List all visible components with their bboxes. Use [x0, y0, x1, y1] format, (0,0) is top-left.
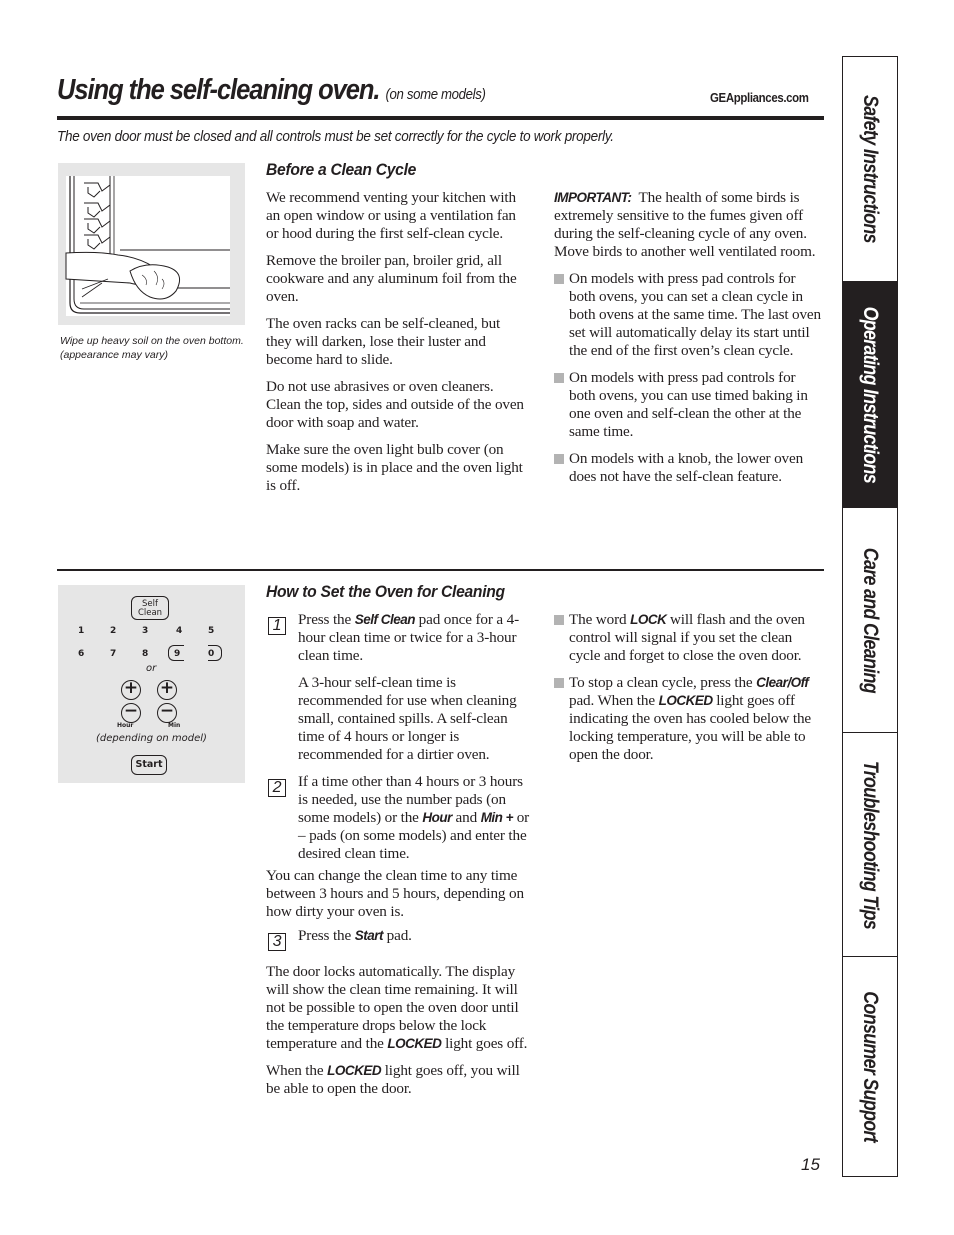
- tab-consumer-support[interactable]: Consumer Support: [843, 957, 897, 1176]
- locked-term: LOCKED: [327, 1063, 382, 1078]
- or-label: or: [146, 663, 157, 674]
- bullet-item: On models with press pad controls for bo…: [554, 369, 824, 441]
- how-to-column-2: The word LOCK will flash and the oven co…: [554, 611, 826, 773]
- digit-pad: 2: [110, 626, 117, 636]
- page-title: Using the self-cleaning oven. (on some m…: [57, 74, 486, 107]
- text: light goes off.: [445, 1035, 528, 1052]
- paragraph-venting: We recommend venting your kitchen with a…: [266, 189, 516, 242]
- digit-pad: 6: [78, 649, 85, 659]
- important-note: IMPORTANT: The health of some birds is e…: [554, 189, 824, 261]
- tab-label: Consumer Support: [859, 991, 882, 1142]
- when-locked-off-paragraph: When the LOCKED light goes off, you will…: [266, 1062, 536, 1098]
- hand-wiping-oven-drawing: [65, 176, 230, 316]
- start-pad: Start: [131, 755, 167, 775]
- digit-pad: 4: [176, 626, 183, 636]
- tab-label: Care and Cleaning: [859, 547, 882, 693]
- min-plus-term: Min +: [480, 810, 514, 825]
- hour-term: Hour: [422, 810, 452, 825]
- start-term: Start: [354, 928, 384, 943]
- step-number-badge: 1: [268, 617, 286, 635]
- section-heading-before-clean: Before a Clean Cycle: [266, 160, 417, 179]
- digit-pad: 1: [78, 626, 85, 636]
- tab-label: Operating Instructions: [859, 306, 882, 483]
- text: pad. When the: [569, 692, 655, 709]
- bullet-item-stop-cycle: To stop a clean cycle, press the Clear/O…: [554, 674, 826, 764]
- digit-pad: 3: [142, 626, 149, 636]
- oven-bottom-illustration: [58, 163, 245, 325]
- text: To stop a clean cycle, press the: [569, 674, 753, 691]
- locked-term: LOCKED: [387, 1036, 442, 1051]
- bullet-item-lock-flash: The word LOCK will flash and the oven co…: [554, 611, 826, 665]
- text: The word: [569, 611, 627, 628]
- clear-off-term: Clear/Off: [756, 675, 809, 690]
- lock-term: LOCK: [630, 612, 667, 627]
- step-number-badge: 3: [268, 933, 286, 951]
- digit-pad: 8: [142, 649, 149, 659]
- tab-operating-instructions[interactable]: Operating Instructions: [843, 282, 897, 508]
- section-divider: [57, 569, 824, 571]
- paragraph-no-abrasives: Do not use abrasives or oven cleaners. C…: [266, 378, 524, 431]
- depending-on-model-note: (depending on model): [96, 733, 207, 744]
- hour-plus-pad: +: [121, 680, 141, 700]
- locked-term: LOCKED: [658, 693, 714, 708]
- door-locks-paragraph: The door locks automatically. The displa…: [266, 963, 536, 1053]
- digit-pad: 9: [174, 649, 181, 659]
- min-minus-pad: −: [157, 703, 177, 723]
- step-2-text: If a time other than 4 hours or 3 hours …: [298, 773, 536, 863]
- text: and: [455, 809, 478, 826]
- tab-care-and-cleaning[interactable]: Care and Cleaning: [843, 508, 897, 733]
- tab-label: Safety Instructions: [859, 95, 882, 243]
- step-3-text: Press the Start pad.: [298, 927, 536, 945]
- tab-troubleshooting-tips[interactable]: Troubleshooting Tips: [843, 733, 897, 957]
- section-tabs: Safety Instructions Operating Instructio…: [842, 56, 898, 1177]
- self-clean-pad-label-2: Clean: [137, 608, 163, 618]
- bullet-item: On models with press pad controls for bo…: [554, 270, 824, 360]
- paragraph-light-cover: Make sure the oven light bulb cover (on …: [266, 441, 523, 494]
- paragraph-racks: The oven racks can be self-cleaned, but …: [266, 315, 501, 368]
- website-link[interactable]: GEAppliances.com: [710, 90, 809, 105]
- text: pad.: [386, 927, 412, 944]
- figure-caption: Wipe up heavy soil on the oven bottom. (…: [60, 335, 244, 361]
- min-plus-pad: +: [157, 680, 177, 700]
- step-3: 3 Press the Start pad.: [266, 927, 536, 951]
- digit-pad: 5: [208, 626, 215, 636]
- min-label: Min: [168, 722, 181, 729]
- how-to-column-1: 1 Press the Self Clean pad once for a 4-…: [266, 611, 536, 1107]
- title-main: Using the self-cleaning oven.: [57, 74, 381, 106]
- step-2: 2 If a time other than 4 hours or 3 hour…: [266, 773, 536, 863]
- step-1-text: Press the Self Clean pad once for a 4-ho…: [298, 611, 536, 665]
- section-heading-how-to-set: How to Set the Oven for Cleaning: [266, 582, 505, 601]
- step-1-detail: A 3-hour self-clean time is recommended …: [298, 674, 517, 763]
- intro-text: The oven door must be closed and all con…: [57, 128, 614, 145]
- step-1: 1 Press the Self Clean pad once for a 4-…: [266, 611, 536, 764]
- change-time-note: You can change the clean time to any tim…: [266, 867, 524, 920]
- before-clean-column-2: IMPORTANT: The health of some birds is e…: [554, 189, 824, 495]
- tab-label: Troubleshooting Tips: [859, 760, 882, 929]
- control-keypad-illustration: Self Clean 1 2 3 4 5 6 7 8 9 0 or + + − …: [58, 585, 245, 783]
- title-note: (on some models): [385, 86, 486, 103]
- self-clean-term: Self Clean: [354, 612, 416, 627]
- bullet-item: On models with a knob, the lower oven do…: [554, 450, 824, 486]
- digit-pad: 7: [110, 649, 117, 659]
- title-divider: [57, 116, 824, 120]
- hour-label: Hour: [117, 722, 134, 729]
- before-clean-column-1: We recommend venting your kitchen with a…: [266, 189, 528, 504]
- tab-safety-instructions[interactable]: Safety Instructions: [843, 57, 897, 282]
- hour-minus-pad: −: [121, 703, 141, 723]
- paragraph-remove-items: Remove the broiler pan, broiler grid, al…: [266, 252, 517, 305]
- pad-bracket-right: [208, 645, 222, 661]
- self-clean-pad: Self Clean: [131, 596, 169, 620]
- step-number-badge: 2: [268, 779, 286, 797]
- page-number: 15: [801, 1155, 820, 1174]
- text: Press the: [298, 927, 352, 944]
- important-label: IMPORTANT:: [554, 190, 632, 205]
- text: Press the: [298, 611, 352, 628]
- text: When the: [266, 1062, 324, 1079]
